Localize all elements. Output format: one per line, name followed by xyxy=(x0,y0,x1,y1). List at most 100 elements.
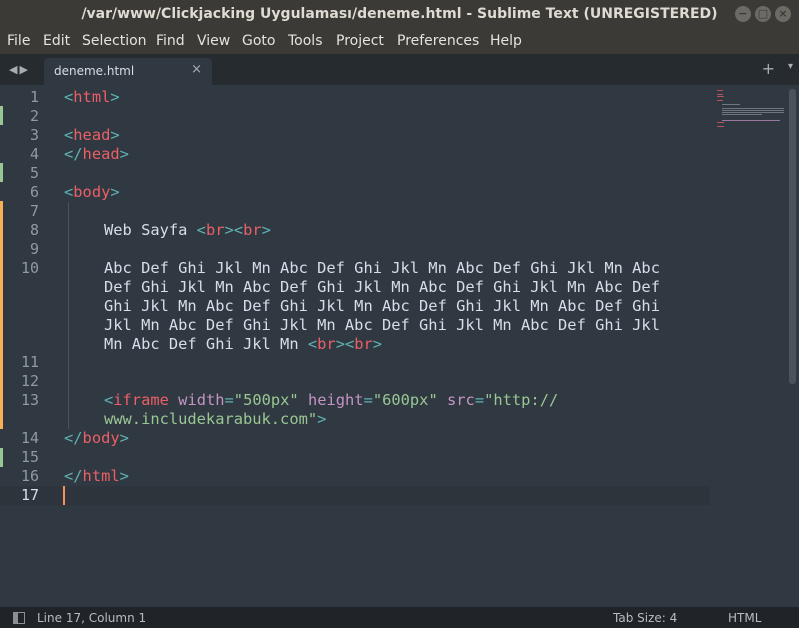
tag-name: iframe xyxy=(113,391,169,409)
tag-bracket: </ xyxy=(64,145,83,163)
menu-find[interactable]: Find xyxy=(156,33,185,49)
tab-close-icon[interactable]: × xyxy=(191,62,202,77)
tag-name: head xyxy=(73,126,111,144)
menu-goto[interactable]: Goto xyxy=(242,33,275,49)
line-number: 14 xyxy=(20,429,39,447)
close-button[interactable]: × xyxy=(775,6,791,22)
menu-help[interactable]: Help xyxy=(490,33,522,49)
minimize-button[interactable]: − xyxy=(735,6,751,22)
line-number-current: 17 xyxy=(20,486,39,504)
tag-bracket: > xyxy=(224,221,234,239)
line-number: 9 xyxy=(29,240,39,258)
minimap-line xyxy=(722,112,784,113)
menu-selection[interactable]: Selection xyxy=(82,33,147,49)
tag-name: body xyxy=(82,429,120,447)
vertical-scrollbar[interactable] xyxy=(789,89,796,384)
tag-name: body xyxy=(73,183,111,201)
tag-bracket: </ xyxy=(64,429,83,447)
code-line-10-wrap-3: Ghi Jkl Mn Abc Def Ghi Jkl Mn Abc Def Gh… xyxy=(104,297,660,315)
tag-bracket: > xyxy=(110,183,120,201)
tag-bracket: > xyxy=(110,126,120,144)
menu-tools[interactable]: Tools xyxy=(288,33,323,49)
current-line-highlight xyxy=(0,486,710,505)
attribute-name: src xyxy=(447,391,475,409)
tag-bracket: > xyxy=(317,410,327,428)
line-number: 4 xyxy=(29,145,39,163)
line-number: 2 xyxy=(29,107,39,125)
tag-name: br xyxy=(205,221,225,239)
tag-bracket: </ xyxy=(64,467,83,485)
code-line-16: </html> xyxy=(64,467,129,486)
text-caret xyxy=(63,486,65,505)
minimap-line xyxy=(717,126,724,127)
tag-bracket: < xyxy=(344,335,355,353)
minimap-line xyxy=(722,110,784,111)
tab-deneme-html[interactable]: deneme.html × xyxy=(44,58,212,85)
minimap-line xyxy=(717,100,723,101)
code-line-8: Web Sayfa <br><br> xyxy=(104,221,271,240)
attribute-value: "http:// xyxy=(484,391,559,409)
line-number: 3 xyxy=(29,126,39,144)
line-number: 6 xyxy=(29,183,39,201)
tag-bracket: < xyxy=(233,221,244,239)
menu-edit[interactable]: Edit xyxy=(43,33,70,49)
line-number: 10 xyxy=(20,259,39,277)
code-line-10-wrap-4: Jkl Mn Abc Def Ghi Jkl Mn Abc Def Ghi Jk… xyxy=(104,316,660,334)
tag-bracket: > xyxy=(119,429,129,447)
menu-project[interactable]: Project xyxy=(336,33,384,49)
code-line-13: <iframe width="500px" height="600px" src… xyxy=(104,391,558,410)
maximize-button[interactable]: □ xyxy=(755,6,771,22)
code-line-4: </head> xyxy=(64,145,129,164)
tab-nav-arrows-icon[interactable]: ◀▶ xyxy=(9,63,30,76)
editor-area[interactable]: 1 2 3 4 5 6 7 8 9 10 11 12 13 14 15 16 1… xyxy=(0,85,799,607)
indent-guide xyxy=(68,202,69,429)
tag-bracket: < xyxy=(64,183,74,201)
line-number: 13 xyxy=(20,391,39,409)
tag-name: head xyxy=(82,145,120,163)
tag-name: html xyxy=(73,88,111,106)
menu-file[interactable]: File xyxy=(7,33,30,49)
minimap-line xyxy=(722,108,784,109)
text-content: Mn Abc Def Ghi Jkl Mn xyxy=(104,335,308,353)
minimap-line xyxy=(717,96,724,97)
line-number: 5 xyxy=(29,164,39,182)
minimap-line xyxy=(717,90,723,91)
syntax-selector[interactable]: HTML xyxy=(728,611,761,625)
minimap[interactable] xyxy=(712,85,792,185)
code-line-13-wrap: www.includekarabuk.com"> xyxy=(104,410,326,429)
text-content: Web Sayfa xyxy=(104,221,197,239)
tag-bracket: < xyxy=(64,126,74,144)
panel-toggle-icon[interactable] xyxy=(13,612,25,624)
code-line-10-wrap-5: Mn Abc Def Ghi Jkl Mn <br><br> xyxy=(104,335,382,354)
line-number: 12 xyxy=(20,372,39,390)
tag-bracket: < xyxy=(196,221,206,239)
code-line-6: <body> xyxy=(64,183,120,202)
title-bar: /var/www/Clickjacking Uygulaması/deneme.… xyxy=(0,0,799,29)
code-line-10-wrap-1: Abc Def Ghi Jkl Mn Abc Def Ghi Jkl Mn Ab… xyxy=(104,259,660,277)
attribute-equals: = xyxy=(474,391,485,409)
attribute-name: height xyxy=(307,391,364,409)
line-number: 11 xyxy=(20,353,39,371)
line-number: 15 xyxy=(20,448,39,466)
tag-name: br xyxy=(317,335,336,353)
tag-bracket: > xyxy=(372,335,383,353)
gutter: 1 2 3 4 5 6 7 8 9 10 11 12 13 14 15 16 1… xyxy=(0,85,48,607)
tab-list-dropdown-icon[interactable]: ▾ xyxy=(788,61,793,72)
tag-bracket: < xyxy=(64,88,74,106)
code-line-1: <html> xyxy=(64,88,120,107)
new-tab-icon[interactable]: + xyxy=(762,59,775,78)
attribute-equals: = xyxy=(363,391,373,409)
window-title: /var/www/Clickjacking Uygulaması/deneme.… xyxy=(81,6,718,22)
attribute-value: www.includekarabuk.com" xyxy=(104,410,318,428)
cursor-position: Line 17, Column 1 xyxy=(37,611,147,625)
tab-size-selector[interactable]: Tab Size: 4 xyxy=(613,611,677,625)
tag-bracket: > xyxy=(119,145,129,163)
tab-bar: ◀▶ deneme.html × + ▾ xyxy=(0,54,799,85)
tab-label: deneme.html xyxy=(54,64,135,78)
minimap-line xyxy=(722,120,780,121)
tag-bracket: > xyxy=(261,221,271,239)
tag-bracket: > xyxy=(335,335,345,353)
menu-preferences[interactable]: Preferences xyxy=(397,33,479,49)
menu-view[interactable]: View xyxy=(197,33,230,49)
line-number: 7 xyxy=(29,202,39,220)
